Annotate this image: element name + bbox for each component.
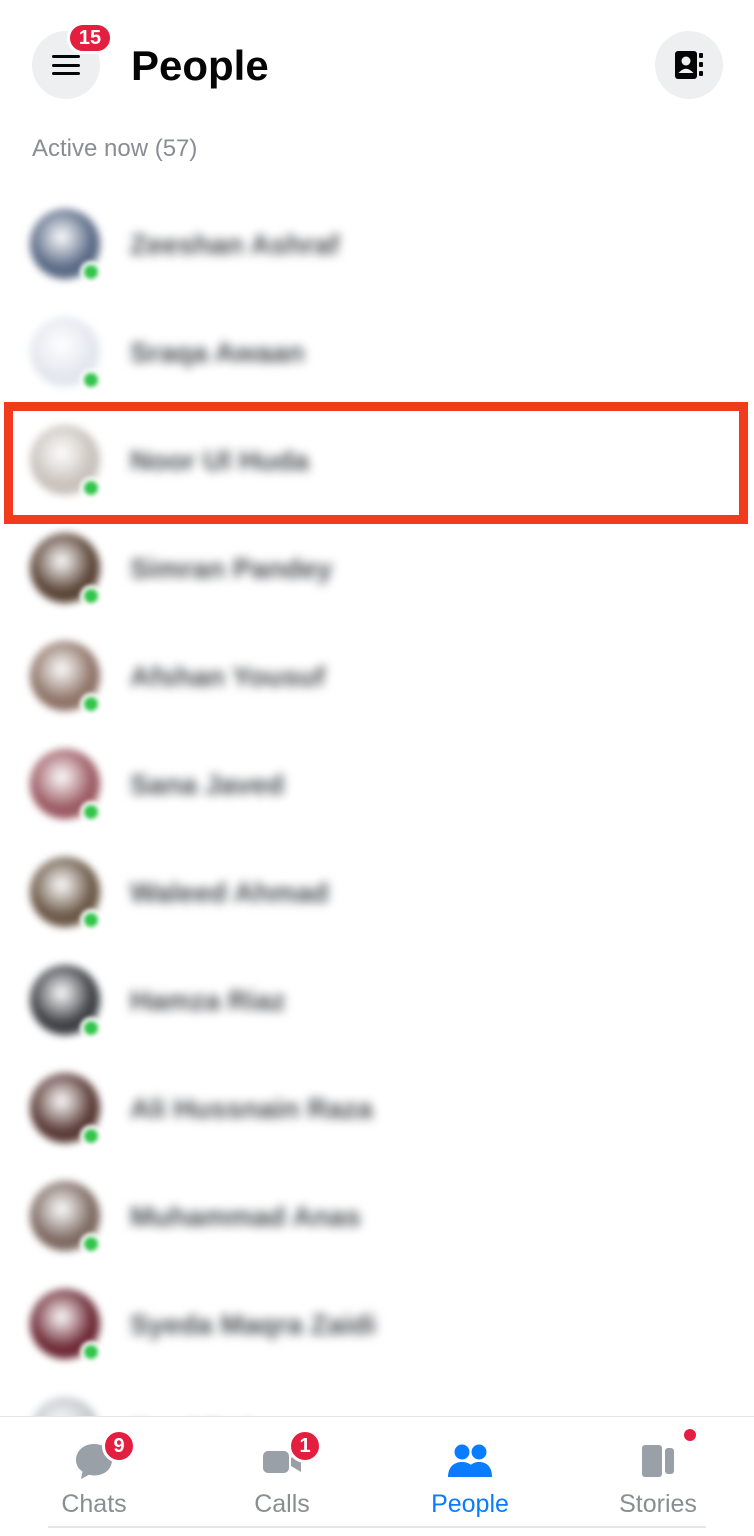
tab-calls[interactable]: 1 Calls: [188, 1417, 376, 1536]
online-status-indicator: [80, 1341, 102, 1363]
person-row[interactable]: Zeeshan Ashraf: [0, 190, 754, 298]
person-row[interactable]: Sana Javed: [0, 730, 754, 838]
online-status-indicator: [80, 1125, 102, 1147]
online-status-indicator: [80, 477, 102, 499]
person-row[interactable]: Ali Hussnain Raza: [0, 1054, 754, 1162]
person-name: Zeeshan Ashraf: [130, 229, 340, 260]
tab-people-label: People: [431, 1490, 509, 1518]
stories-dot: [682, 1427, 698, 1443]
person-name: Afshan Yousuf: [130, 661, 325, 692]
person-name: Waleed Ahmad: [130, 877, 329, 908]
person-name: Ali Hussnain Raza: [130, 1093, 373, 1124]
person-row[interactable]: Noor Ul Huda: [0, 406, 754, 514]
online-status-indicator: [80, 261, 102, 283]
online-status-indicator: [80, 369, 102, 391]
person-row[interactable]: Sraqa Awaan: [0, 298, 754, 406]
person-row[interactable]: Afshan Yousuf: [0, 622, 754, 730]
tab-chats[interactable]: 9 Chats: [0, 1417, 188, 1536]
person-name: Noor Ul Huda: [130, 445, 309, 476]
person-row[interactable]: Muhammad Anas: [0, 1162, 754, 1270]
person-row[interactable]: Waleed Ahmad: [0, 838, 754, 946]
person-row[interactable]: Hamza Riaz: [0, 946, 754, 1054]
online-status-indicator: [80, 585, 102, 607]
tab-stories-label: Stories: [619, 1490, 697, 1518]
active-now-label: Active now (57): [32, 135, 198, 162]
page-title: People: [131, 42, 269, 89]
contacts-button[interactable]: [655, 31, 723, 99]
online-status-indicator: [80, 1017, 102, 1039]
online-status-indicator: [80, 801, 102, 823]
tab-people[interactable]: People: [376, 1417, 564, 1536]
person-row[interactable]: Simran Pandey: [0, 514, 754, 622]
tab-calls-label: Calls: [254, 1490, 310, 1518]
tab-bar: 9 Chats 1 Calls People Stories: [0, 1416, 754, 1536]
stories-icon: [642, 1445, 674, 1477]
person-name: Muhammad Anas: [130, 1201, 361, 1232]
menu-notification-badge: 15: [67, 22, 113, 54]
person-row[interactable]: Syeda Maqra Zaidi: [0, 1270, 754, 1378]
online-status-indicator: [80, 693, 102, 715]
person-name: Syeda Maqra Zaidi: [130, 1309, 376, 1340]
home-indicator: [48, 1526, 706, 1528]
tab-stories[interactable]: Stories: [564, 1417, 752, 1536]
person-name: Simran Pandey: [130, 553, 333, 584]
online-status-indicator: [80, 909, 102, 931]
hamburger-menu-icon: [52, 55, 80, 75]
online-status-indicator: [80, 1233, 102, 1255]
people-list: Zeeshan Ashraf Sraqa Awaan Noor Ul Huda Sim…: [0, 190, 754, 1486]
contact-book-icon: [675, 51, 703, 79]
person-name: Hamza Riaz: [130, 985, 286, 1016]
header: 15 People: [0, 0, 754, 130]
people-icon: [448, 1444, 492, 1477]
chats-badge: 9: [102, 1429, 136, 1463]
calls-badge: 1: [288, 1429, 322, 1463]
person-name: Sana Javed: [130, 769, 285, 800]
person-name: Sraqa Awaan: [130, 337, 305, 368]
tab-chats-label: Chats: [61, 1490, 127, 1518]
